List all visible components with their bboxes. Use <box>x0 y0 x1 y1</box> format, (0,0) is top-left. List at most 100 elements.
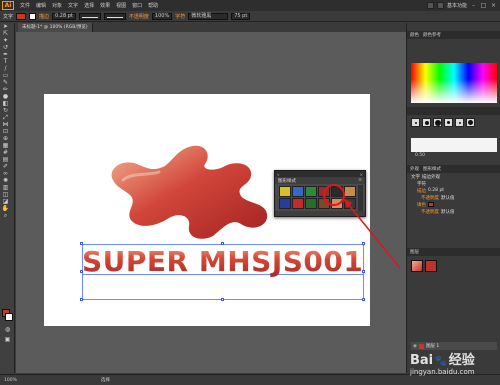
blob-brush-icon[interactable]: ● <box>0 93 11 100</box>
color-tab[interactable]: 颜色 <box>410 32 419 38</box>
resize-handle-bl[interactable] <box>80 298 83 301</box>
color-spectrum[interactable] <box>411 63 497 103</box>
appearance-row[interactable]: 字符 <box>411 180 497 187</box>
character-link[interactable]: 字符 <box>175 13 185 20</box>
style-swatch[interactable] <box>305 198 317 209</box>
menu-type[interactable]: 文字 <box>68 2 78 9</box>
brush-swatch[interactable] <box>433 118 442 127</box>
paintbrush-icon[interactable]: ✎ <box>0 79 11 86</box>
blend-icon[interactable]: ∞ <box>0 170 11 177</box>
scale-icon[interactable]: ⤢ <box>0 114 11 121</box>
brush-swatch[interactable] <box>411 118 420 127</box>
graphic-styles-tab[interactable]: 图形样式 <box>423 166 441 172</box>
collapse-icon[interactable]: « <box>277 172 279 177</box>
panel-menu-icon[interactable]: ≡ <box>358 178 362 183</box>
menu-window[interactable]: 窗口 <box>132 2 142 9</box>
style-swatch[interactable] <box>305 186 317 197</box>
width-tool-icon[interactable]: ⋈ <box>0 121 11 128</box>
line-tool-icon[interactable]: / <box>0 65 11 72</box>
appearance-row[interactable]: 描边 0.28 pt <box>411 187 497 194</box>
rectangle-tool-icon[interactable]: ▭ <box>0 72 11 79</box>
resize-handle-r[interactable] <box>362 270 365 273</box>
font-size-field[interactable]: 75 pt <box>231 12 251 20</box>
brush-swatch[interactable] <box>466 118 475 127</box>
close-panel-icon[interactable]: × <box>360 172 363 177</box>
brush-dropdown[interactable] <box>103 12 126 20</box>
zoom-level[interactable]: 100% <box>4 378 17 383</box>
splash-shape[interactable] <box>103 142 273 242</box>
style-swatch[interactable] <box>292 198 304 209</box>
gradient-icon[interactable]: ▤ <box>0 156 11 163</box>
opacity-field[interactable]: 100% <box>151 12 173 20</box>
style-thumbnail[interactable] <box>425 260 437 272</box>
menu-help[interactable]: 帮助 <box>148 2 158 9</box>
hand-tool-icon[interactable]: ✋ <box>0 205 11 212</box>
opacity-link[interactable]: 不透明度 <box>129 13 149 20</box>
menu-view[interactable]: 视图 <box>116 2 126 9</box>
bridge-button[interactable] <box>426 2 434 9</box>
style-swatch[interactable] <box>344 198 356 209</box>
resize-handle-l[interactable] <box>80 270 83 273</box>
brush-swatch[interactable] <box>422 118 431 127</box>
minimize-icon[interactable]: – <box>470 2 477 9</box>
eye-icon[interactable]: ◉ <box>413 344 417 349</box>
arrange-button[interactable] <box>436 2 444 9</box>
resize-handle-t[interactable] <box>221 242 224 245</box>
close-icon[interactable]: × <box>490 2 497 9</box>
eyedropper-icon[interactable]: ✐ <box>0 163 11 170</box>
screen-mode-icon[interactable]: ▣ <box>2 336 13 343</box>
maximize-icon[interactable]: □ <box>480 2 487 9</box>
eraser-icon[interactable]: ◧ <box>0 100 11 107</box>
style-swatch[interactable] <box>344 186 356 197</box>
stroke-swatch[interactable] <box>29 12 37 20</box>
resize-handle-br[interactable] <box>362 298 365 301</box>
pencil-icon[interactable]: ✏ <box>0 86 11 93</box>
status-mode[interactable]: 选择 <box>101 377 110 383</box>
menu-effect[interactable]: 效果 <box>100 2 110 9</box>
symbol-sprayer-icon[interactable]: ✺ <box>0 177 11 184</box>
artboard-tool-icon[interactable]: ◫ <box>0 191 11 198</box>
fill-swatch[interactable] <box>16 12 27 20</box>
appearance-row[interactable]: 不透明度 默认值 <box>411 208 497 215</box>
fill-chip[interactable] <box>428 202 434 207</box>
perspective-grid-icon[interactable]: ▦ <box>0 142 11 149</box>
style-swatch[interactable] <box>279 198 291 209</box>
appearance-row[interactable]: 文字 描边外观 <box>411 173 497 180</box>
appearance-tab[interactable]: 外观 <box>410 166 419 172</box>
stroke-weight-field[interactable]: 0.28 pt <box>52 12 76 20</box>
headline-text[interactable]: SUPER MHSJS001 <box>82 245 363 278</box>
brush-swatch[interactable] <box>455 118 464 127</box>
style-swatch[interactable] <box>292 186 304 197</box>
stroke-color-icon[interactable] <box>5 313 13 321</box>
direct-selection-tool-icon[interactable]: ⇱ <box>0 30 11 37</box>
appearance-row[interactable]: 填色 <box>411 201 497 208</box>
menu-select[interactable]: 选择 <box>84 2 94 9</box>
magic-wand-icon[interactable]: ✦ <box>0 37 11 44</box>
free-transform-icon[interactable]: ⊡ <box>0 128 11 135</box>
appearance-row[interactable]: 不透明度 默认值 <box>411 194 497 201</box>
zoom-tool-icon[interactable]: ⌕ <box>0 212 11 219</box>
resize-handle-b[interactable] <box>221 298 224 301</box>
slice-icon[interactable]: ◪ <box>0 198 11 205</box>
style-thumbnail[interactable] <box>411 260 423 272</box>
workspace-switcher[interactable]: 基本功能 <box>447 2 467 9</box>
panel-scrollbar[interactable] <box>358 185 363 211</box>
font-family-field[interactable]: 微软雅黑 <box>188 12 229 20</box>
mesh-icon[interactable]: # <box>0 149 11 156</box>
selection-tool-icon[interactable]: ➤ <box>0 23 11 30</box>
menu-edit[interactable]: 编辑 <box>36 2 46 9</box>
document-tab[interactable]: 未标题-1* @ 100% (RGB/预览) <box>18 23 93 32</box>
shape-builder-icon[interactable]: ⊕ <box>0 135 11 142</box>
drawing-mode-icon[interactable]: ◍ <box>2 326 13 333</box>
type-tool-icon[interactable]: T <box>0 58 11 65</box>
stroke-profile-dropdown[interactable] <box>78 12 101 20</box>
lasso-icon[interactable]: ↺ <box>0 44 11 51</box>
brush-swatch[interactable] <box>444 118 453 127</box>
rotate-icon[interactable]: ↻ <box>0 107 11 114</box>
stroke-link[interactable]: 描边 <box>39 13 49 20</box>
resize-handle-tr[interactable] <box>362 242 365 245</box>
menu-object[interactable]: 对象 <box>52 2 62 9</box>
color-guide-tab[interactable]: 颜色参考 <box>423 32 441 38</box>
layers-tab[interactable]: 图层 <box>410 249 419 255</box>
style-swatch[interactable] <box>279 186 291 197</box>
